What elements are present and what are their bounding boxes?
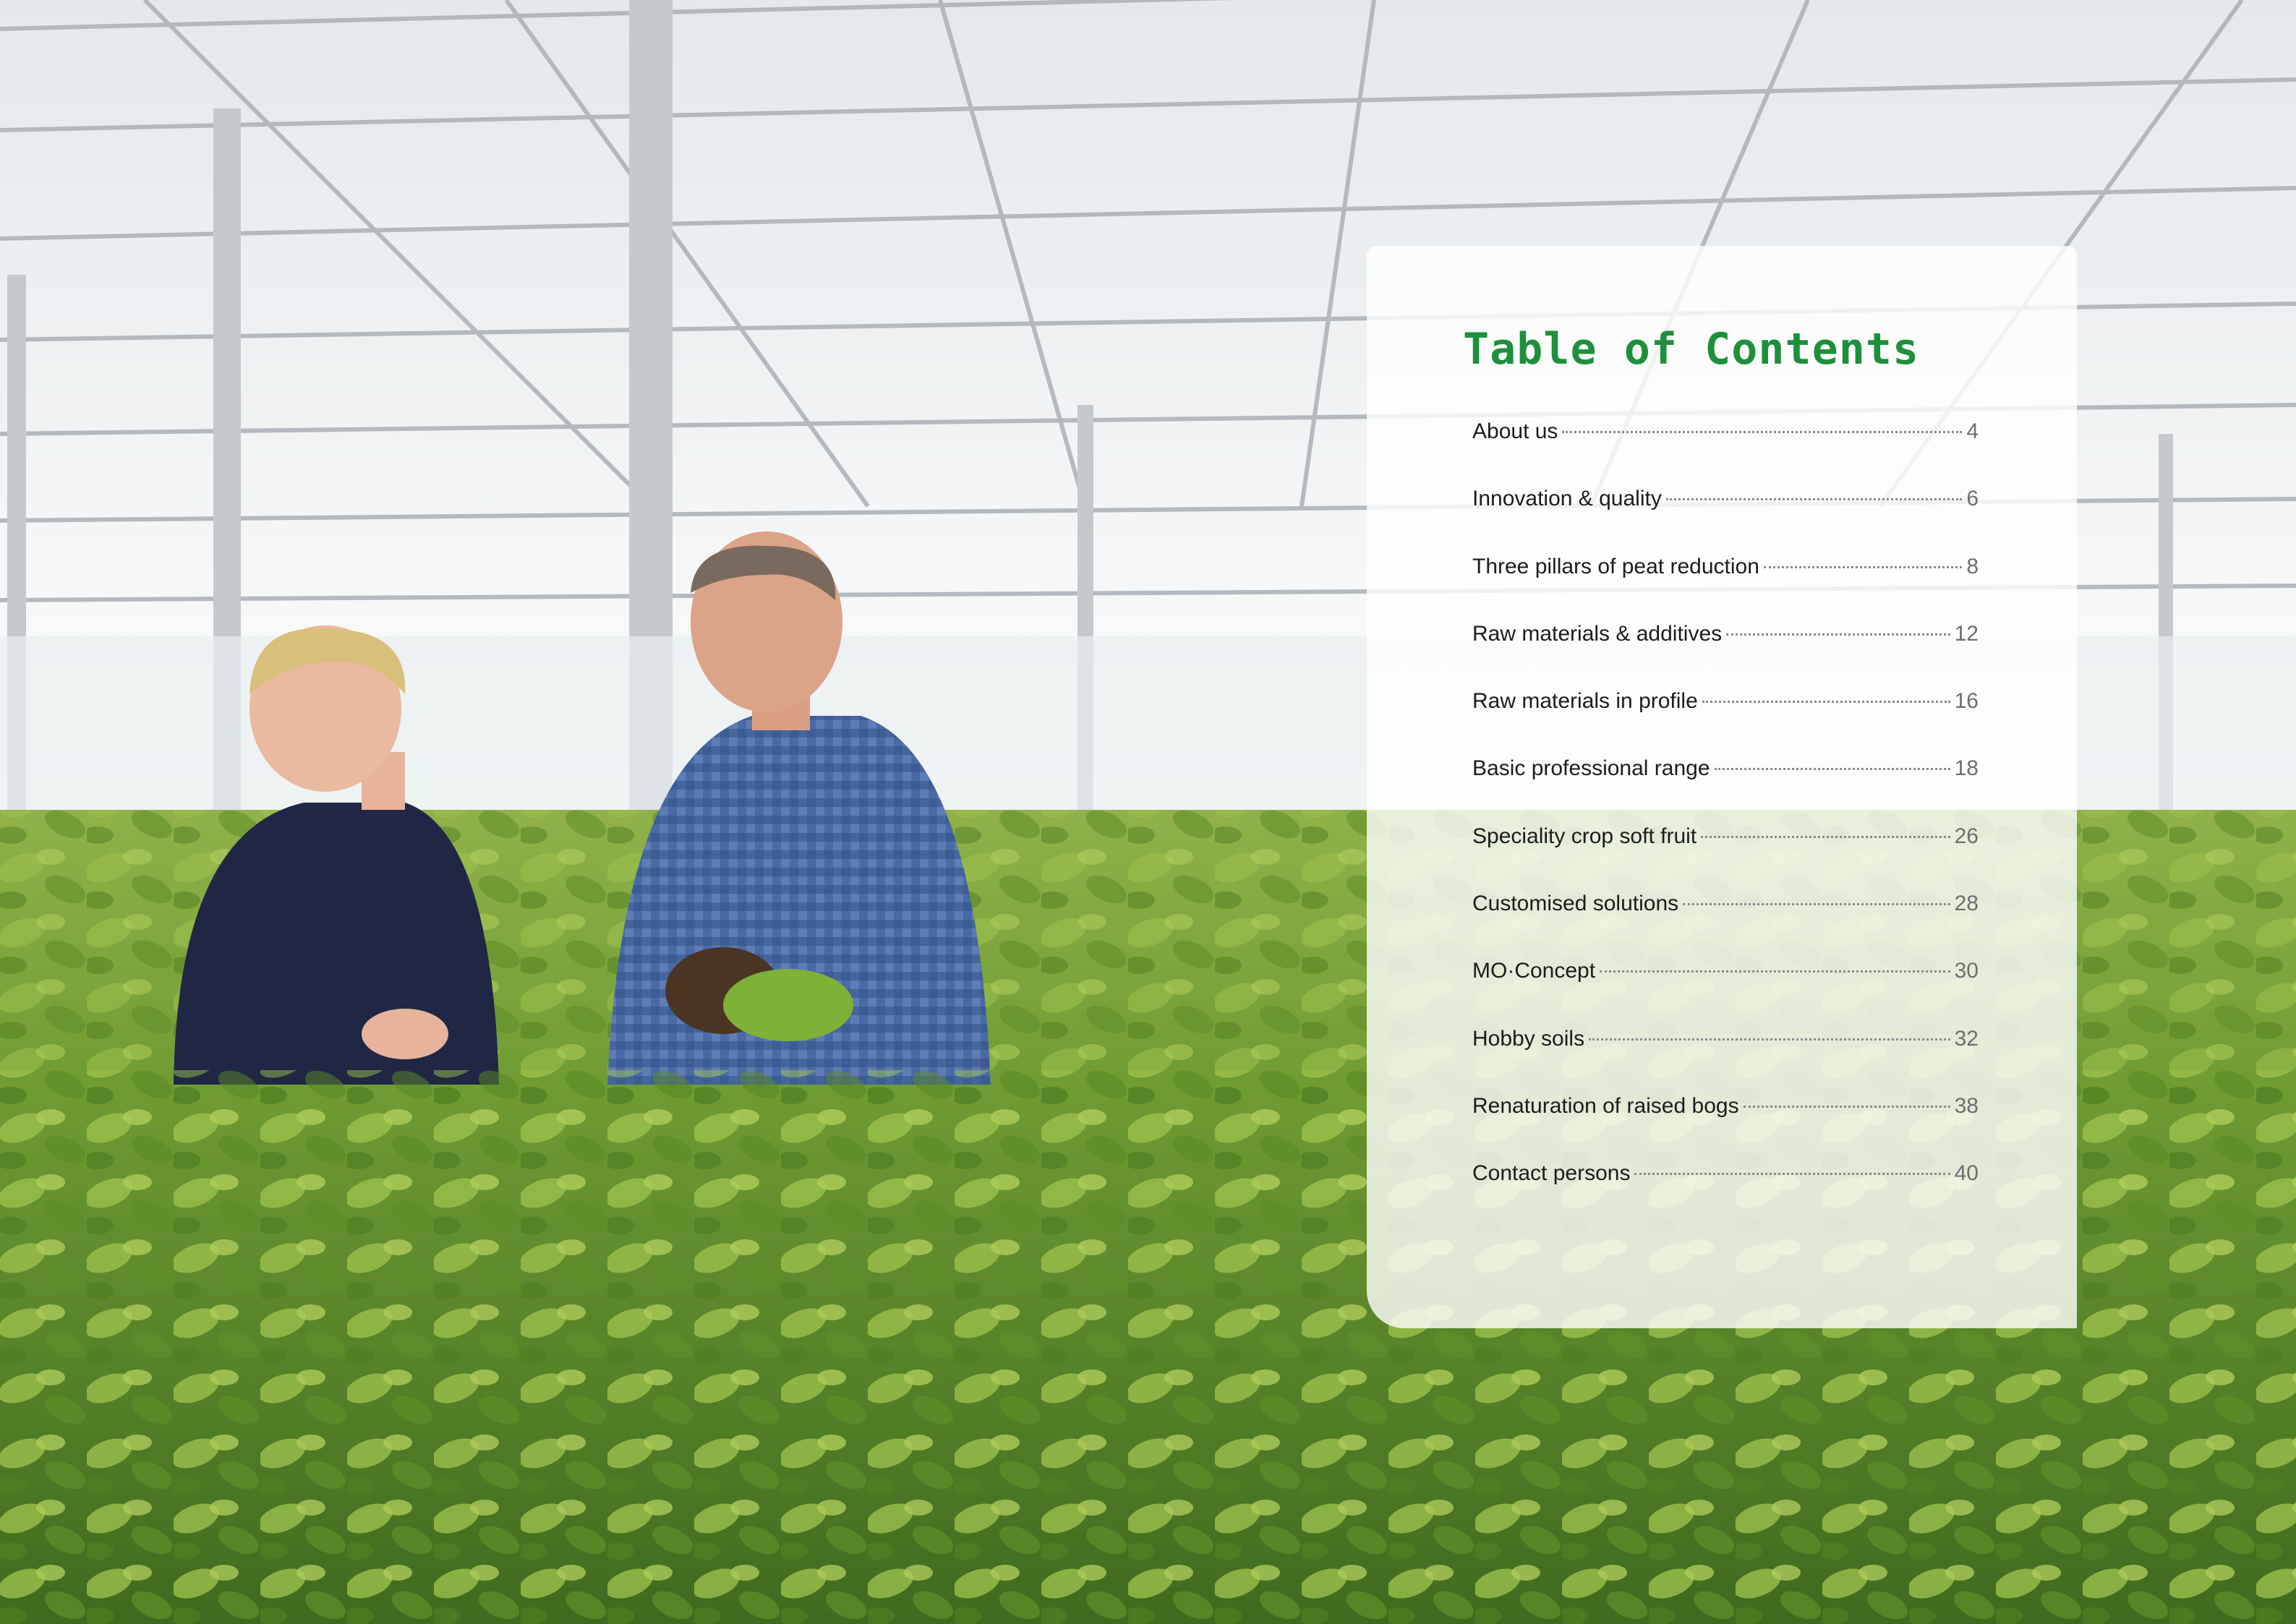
toc-entry[interactable]: Contact persons 40 (1472, 1161, 1979, 1228)
toc-entry-label: Innovation & quality (1472, 487, 1662, 511)
toc-entry-label: Three pillars of peat reduction (1472, 554, 1759, 578)
toc-entry-page: 32 (1954, 1026, 1979, 1051)
toc-entry-page: 6 (1966, 487, 1979, 511)
toc-entry-page: 26 (1954, 824, 1979, 848)
toc-entry-page: 30 (1954, 959, 1979, 983)
dot-leader (1562, 431, 1963, 433)
toc-entry-label: Raw materials & additives (1472, 621, 1723, 646)
toc-entry-page: 16 (1954, 689, 1979, 714)
dot-leader (1714, 768, 1950, 771)
toc-entry-label: Renaturation of raised bogs (1472, 1093, 1739, 1118)
toc-entry[interactable]: About us 4 (1472, 419, 1979, 487)
toc-entry-page: 28 (1954, 892, 1979, 916)
toc-entry-label: Customised solutions (1472, 892, 1679, 916)
toc-entry[interactable]: MO·Concept 30 (1472, 959, 1979, 1026)
toc-entry[interactable]: Renaturation of raised bogs 38 (1472, 1094, 1979, 1161)
toc-entry-page: 38 (1954, 1093, 1979, 1118)
toc-entry-page: 4 (1966, 419, 1979, 443)
toc-entry-label: Basic professional range (1472, 756, 1710, 781)
toc-entry[interactable]: Basic professional range 18 (1472, 756, 1979, 824)
toc-entry-label: Contact persons (1472, 1161, 1631, 1186)
dot-leader (1665, 498, 1963, 501)
dot-leader (1763, 565, 1963, 568)
dot-leader (1726, 633, 1950, 636)
dot-leader (1600, 970, 1950, 973)
dot-leader (1702, 701, 1950, 704)
dot-leader (1683, 903, 1950, 906)
toc-entry[interactable]: Three pillars of peat reduction 8 (1472, 555, 1979, 622)
toc-title: Table of Contents (1463, 324, 1920, 375)
table-of-contents-panel: Table of Contents About us 4 Innovation … (1367, 246, 2077, 1328)
toc-list: About us 4 Innovation & quality 6 Three … (1472, 419, 1979, 1229)
toc-entry[interactable]: Customised solutions 28 (1472, 892, 1979, 959)
toc-entry[interactable]: Speciality crop soft fruit 26 (1472, 824, 1979, 892)
toc-entry-page: 12 (1954, 621, 1979, 646)
dot-leader (1701, 835, 1950, 838)
toc-entry[interactable]: Raw materials in profile 16 (1472, 689, 1979, 756)
dot-leader (1743, 1105, 1950, 1108)
toc-entry[interactable]: Raw materials & additives 12 (1472, 622, 1979, 689)
toc-entry[interactable]: Hobby soils 32 (1472, 1027, 1979, 1094)
dot-leader (1589, 1038, 1950, 1040)
dot-leader (1634, 1173, 1950, 1176)
toc-entry-page: 8 (1966, 554, 1979, 578)
toc-entry-page: 18 (1954, 756, 1979, 781)
toc-entry-page: 40 (1954, 1161, 1979, 1186)
toc-entry-label: Raw materials in profile (1472, 689, 1698, 714)
toc-entry-label: Hobby soils (1472, 1026, 1585, 1051)
toc-entry-label: Speciality crop soft fruit (1472, 824, 1697, 848)
toc-entry[interactable]: Innovation & quality 6 (1472, 487, 1979, 554)
toc-entry-label: MO·Concept (1472, 959, 1596, 983)
toc-entry-label: About us (1472, 419, 1558, 443)
